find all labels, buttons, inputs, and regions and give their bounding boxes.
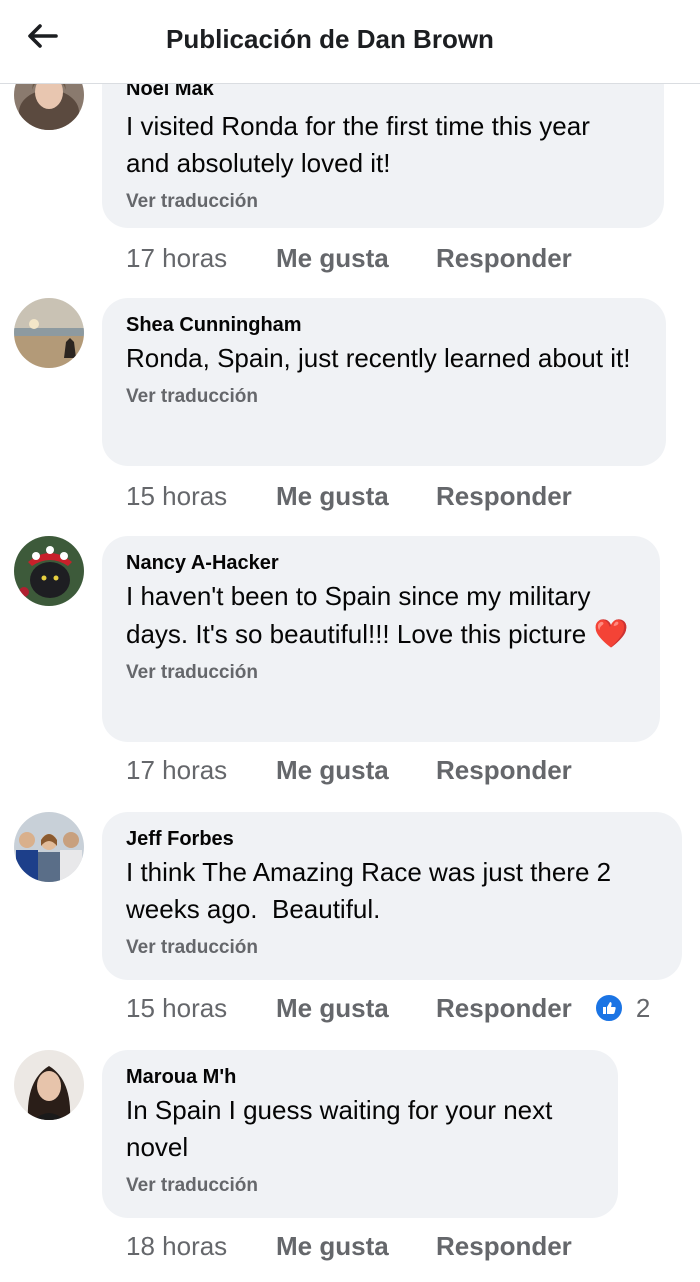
comment-actions: 15 horas Me gusta Responder xyxy=(126,478,572,514)
comment-author[interactable]: Jeff Forbes xyxy=(126,826,658,852)
avatar[interactable] xyxy=(14,298,84,368)
like-button[interactable]: Me gusta xyxy=(276,481,436,512)
comment-timestamp[interactable]: 18 horas xyxy=(126,1231,276,1262)
comment-timestamp[interactable]: 15 horas xyxy=(126,481,276,512)
comment-bubble: Maroua M'h In Spain I guess waiting for … xyxy=(102,1050,618,1218)
reply-button[interactable]: Responder xyxy=(436,1231,572,1262)
reply-button[interactable]: Responder xyxy=(436,993,572,1024)
like-button[interactable]: Me gusta xyxy=(276,993,436,1024)
comment-actions: 15 horas Me gusta Responder 2 xyxy=(126,990,650,1026)
reply-button[interactable]: Responder xyxy=(436,755,572,786)
comment-author[interactable]: Maroua M'h xyxy=(126,1064,594,1090)
thumbs-up-icon xyxy=(593,993,624,1023)
comment-actions: 17 horas Me gusta Responder xyxy=(126,752,572,788)
top-bar: Publicación de Dan Brown xyxy=(0,0,700,84)
avatar[interactable] xyxy=(14,536,84,606)
see-translation-link[interactable]: Ver traducción xyxy=(126,190,640,214)
avatar[interactable] xyxy=(14,1050,84,1120)
comment-timestamp[interactable]: 15 horas xyxy=(126,993,276,1024)
like-button[interactable]: Me gusta xyxy=(276,1231,436,1262)
see-translation-link[interactable]: Ver traducción xyxy=(126,936,658,960)
reaction-count: 2 xyxy=(635,992,651,1023)
comment-bubble: Jeff Forbes I think The Amazing Race was… xyxy=(102,812,682,980)
comment-author[interactable]: Nancy A-Hacker xyxy=(126,550,636,576)
see-translation-link[interactable]: Ver traducción xyxy=(126,661,636,685)
comment-bubble: Shea Cunningham Ronda, Spain, just recen… xyxy=(102,298,666,466)
back-button[interactable] xyxy=(18,18,66,58)
comment-text: In Spain I guess waiting for your next n… xyxy=(126,1095,553,1162)
comment-text-body: I haven't been to Spain since my militar… xyxy=(126,581,591,649)
comment-text: I think The Amazing Race was just there … xyxy=(126,857,619,924)
like-button[interactable]: Me gusta xyxy=(276,755,436,786)
page-title: Publicación de Dan Brown xyxy=(166,24,494,54)
see-translation-link[interactable]: Ver traducción xyxy=(126,1174,594,1198)
comment-bubble: Noel Mak I visited Ronda for the first t… xyxy=(102,60,664,228)
comments-feed: Noel Mak I visited Ronda for the first t… xyxy=(0,0,700,1282)
comment-text: I haven't been to Spain since my militar… xyxy=(126,578,636,653)
comment-timestamp[interactable]: 17 horas xyxy=(126,243,276,274)
comment-bubble: Nancy A-Hacker I haven't been to Spain s… xyxy=(102,536,660,742)
see-translation-link[interactable]: Ver traducción xyxy=(126,385,642,409)
comment-text: I visited Ronda for the first time this … xyxy=(126,111,590,178)
comment-author[interactable]: Shea Cunningham xyxy=(126,312,642,338)
reaction-summary[interactable]: 2 xyxy=(593,992,651,1024)
heart-emoji: ❤️ xyxy=(593,618,629,649)
comment-timestamp[interactable]: 17 horas xyxy=(126,755,276,786)
arrow-left-icon xyxy=(26,22,58,55)
comment-text: Ronda, Spain, just recently learned abou… xyxy=(126,343,631,373)
reply-button[interactable]: Responder xyxy=(436,243,572,274)
comment-actions: 17 horas Me gusta Responder xyxy=(126,240,572,276)
avatar[interactable] xyxy=(14,812,84,882)
comment-actions: 18 horas Me gusta Responder xyxy=(126,1228,572,1264)
like-button[interactable]: Me gusta xyxy=(276,243,436,274)
reply-button[interactable]: Responder xyxy=(436,481,572,512)
